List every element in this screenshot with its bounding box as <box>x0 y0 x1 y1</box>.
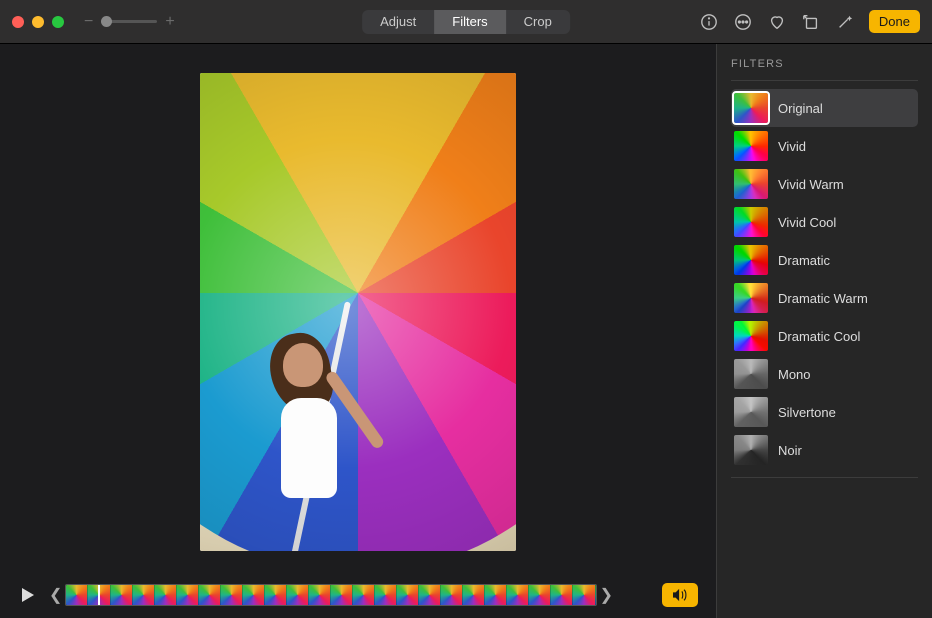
filter-thumbnail <box>734 245 768 275</box>
minimize-window-button[interactable] <box>32 16 44 28</box>
window-controls <box>12 16 64 28</box>
video-timeline: ❮ ❯ <box>0 580 716 618</box>
toolbar-right: Done <box>699 10 920 33</box>
filmstrip-frame[interactable] <box>309 585 331 605</box>
playhead[interactable] <box>98 584 100 606</box>
filter-item-original[interactable]: Original <box>731 89 918 127</box>
filter-thumbnail <box>734 207 768 237</box>
favorite-icon[interactable] <box>767 12 787 32</box>
filter-label: Dramatic Cool <box>778 329 860 344</box>
filmstrip-frame[interactable] <box>463 585 485 605</box>
filmstrip-frame[interactable] <box>441 585 463 605</box>
filter-label: Silvertone <box>778 405 836 420</box>
filmstrip-frame[interactable] <box>265 585 287 605</box>
filmstrip-frame[interactable] <box>375 585 397 605</box>
filter-thumbnail <box>734 283 768 313</box>
filter-item-vividwarm[interactable]: Vivid Warm <box>731 165 918 203</box>
filter-label: Noir <box>778 443 802 458</box>
filmstrip-frame[interactable] <box>111 585 133 605</box>
filter-label: Dramatic Warm <box>778 291 868 306</box>
filter-list: Original Vivid Vivid Warm Vivid Cool Dramati… <box>731 89 918 469</box>
filmstrip-frame[interactable] <box>199 585 221 605</box>
filmstrip-frame[interactable] <box>243 585 265 605</box>
divider <box>731 80 918 81</box>
filter-thumbnail <box>734 397 768 427</box>
filter-item-silvertone[interactable]: Silvertone <box>731 393 918 431</box>
filter-thumbnail <box>734 93 768 123</box>
filter-label: Vivid Cool <box>778 215 836 230</box>
photo-preview <box>200 73 516 551</box>
filter-item-dramaticwarm[interactable]: Dramatic Warm <box>731 279 918 317</box>
filter-thumbnail <box>734 169 768 199</box>
filmstrip-frame[interactable] <box>507 585 529 605</box>
filmstrip-frame[interactable] <box>177 585 199 605</box>
filter-item-noir[interactable]: Noir <box>731 431 918 469</box>
divider <box>731 477 918 478</box>
info-icon[interactable] <box>699 12 719 32</box>
zoom-track[interactable] <box>101 20 157 23</box>
filmstrip-frame[interactable] <box>573 585 595 605</box>
filmstrip-frame[interactable] <box>551 585 573 605</box>
filters-heading: FILTERS <box>731 58 918 70</box>
zoom-in-icon: + <box>165 13 174 31</box>
audio-toggle-button[interactable] <box>662 583 698 607</box>
filmstrip[interactable] <box>65 584 596 606</box>
filmstrip-frame[interactable] <box>133 585 155 605</box>
trim-end-handle[interactable]: ❯ <box>597 585 616 605</box>
filmstrip-frame[interactable] <box>419 585 441 605</box>
filter-thumbnail <box>734 359 768 389</box>
filter-label: Mono <box>778 367 811 382</box>
canvas-viewport[interactable] <box>0 44 716 580</box>
filmstrip-frame[interactable] <box>485 585 507 605</box>
filter-label: Vivid Warm <box>778 177 844 192</box>
filmstrip-frame[interactable] <box>353 585 375 605</box>
play-button[interactable] <box>18 585 38 605</box>
filters-sidebar: FILTERS Original Vivid Vivid Warm Vivid Coo… <box>716 44 932 618</box>
rotate-icon[interactable] <box>801 12 821 32</box>
zoom-out-icon: − <box>84 13 93 31</box>
filter-thumbnail <box>734 435 768 465</box>
filmstrip-frame[interactable] <box>66 585 88 605</box>
filmstrip-frame[interactable] <box>221 585 243 605</box>
tab-filters[interactable]: Filters <box>434 10 505 34</box>
content-area: ❮ ❯ FILTERS Original Vivid Vivid Warm Vivid… <box>0 44 932 618</box>
filmstrip-frame[interactable] <box>397 585 419 605</box>
titlebar: − + Adjust Filters Crop Done <box>0 0 932 44</box>
trim-start-handle[interactable]: ❮ <box>46 585 65 605</box>
filmstrip-frame[interactable] <box>529 585 551 605</box>
zoom-thumb[interactable] <box>101 16 112 27</box>
filmstrip-frame[interactable] <box>331 585 353 605</box>
filmstrip-frame[interactable] <box>155 585 177 605</box>
filter-item-dramatic[interactable]: Dramatic <box>731 241 918 279</box>
done-button[interactable]: Done <box>869 10 920 33</box>
timeline-track[interactable]: ❮ ❯ <box>46 584 616 606</box>
filmstrip-frame[interactable] <box>287 585 309 605</box>
filter-thumbnail <box>734 131 768 161</box>
zoom-window-button[interactable] <box>52 16 64 28</box>
filter-label: Original <box>778 101 823 116</box>
filter-item-vivid[interactable]: Vivid <box>731 127 918 165</box>
tab-crop[interactable]: Crop <box>506 10 570 34</box>
filter-item-vividcool[interactable]: Vivid Cool <box>731 203 918 241</box>
filter-item-mono[interactable]: Mono <box>731 355 918 393</box>
zoom-slider[interactable]: − + <box>84 13 175 31</box>
filter-label: Vivid <box>778 139 806 154</box>
auto-enhance-icon[interactable] <box>835 12 855 32</box>
filter-label: Dramatic <box>778 253 830 268</box>
tab-adjust[interactable]: Adjust <box>362 10 434 34</box>
filter-thumbnail <box>734 321 768 351</box>
more-icon[interactable] <box>733 12 753 32</box>
edit-mode-tabs: Adjust Filters Crop <box>362 10 570 34</box>
canvas-panel: ❮ ❯ <box>0 44 716 618</box>
close-window-button[interactable] <box>12 16 24 28</box>
filter-item-dramaticcool[interactable]: Dramatic Cool <box>731 317 918 355</box>
